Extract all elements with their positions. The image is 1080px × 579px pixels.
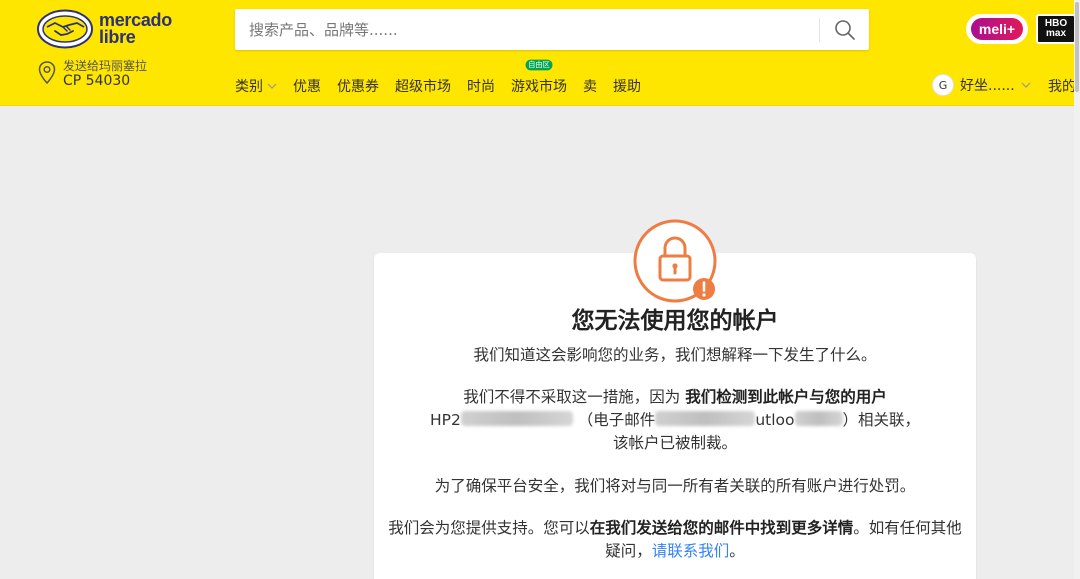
chevron-down-icon (1021, 82, 1031, 88)
reason-part-d: （电子邮件 (577, 411, 656, 429)
nav-item-coupons[interactable]: 优惠券 (337, 76, 379, 96)
explanation-text: 我们知道这会影响您的业务，我们想解释一下发生了什么。 (473, 346, 877, 364)
nav-item-sell[interactable]: 卖 (583, 76, 597, 96)
warning-icon (693, 278, 715, 300)
nav-item-offers[interactable]: 优惠 (293, 76, 321, 96)
account-name: 好坐...... (960, 78, 1015, 94)
main-nav: 类别 优惠 优惠券 超级市场 时尚 自由区 游戏市场 卖 援助 (235, 59, 657, 96)
support-part-b: 在我们发送给您的邮件中找到更多详情 (589, 519, 854, 537)
nav-label: 优惠券 (337, 79, 379, 95)
nav-label: 优惠 (293, 79, 321, 95)
mercado-libre-logo[interactable]: mercado libre (37, 9, 172, 49)
meli-plus-label: meli+ (970, 18, 1024, 40)
nav-label: 援助 (613, 79, 641, 95)
redacted-email-suffix (794, 411, 843, 426)
security-text: 为了确保平台安全，我们将对与同一所有者关联的所有账户进行处罚。 (434, 477, 916, 495)
nav-label: 游戏市场 (511, 79, 567, 95)
avatar: G (932, 74, 954, 96)
nav-label: 时尚 (467, 79, 495, 95)
page-title: 您无法使用您的帐户 (571, 308, 779, 334)
scrollbar-thumb[interactable] (1075, 2, 1079, 92)
search-icon[interactable] (833, 18, 857, 42)
account-menu[interactable]: G 好坐...... (932, 74, 1031, 96)
redacted-email (655, 411, 756, 426)
delivery-address[interactable]: 发送给玛丽塞拉 CP 54030 (37, 59, 147, 89)
location-pin-icon (38, 61, 56, 85)
max-label: max (1045, 28, 1066, 39)
nav-item-supermarket[interactable]: 超级市场 (395, 76, 451, 96)
chevron-down-icon (267, 83, 277, 89)
nav-label: 超级市场 (395, 79, 451, 95)
email-domain-fragment: utloo (755, 411, 795, 429)
nav-label: 卖 (583, 79, 597, 95)
site-header: mercado libre meli+ HBO max 发送给玛丽塞拉 CP 5… (0, 0, 1080, 106)
redacted-user-id (460, 411, 573, 426)
nav-item-game-market[interactable]: 自由区 游戏市场 (511, 59, 567, 96)
logo-line-2: libre (99, 27, 136, 47)
reason-part-a: 我们不得不采取这一措施，因为 (463, 388, 686, 406)
nav-my-account[interactable]: 我的 (1048, 76, 1076, 96)
support-text: 我们会为您提供支持。您可以在我们发送给您的邮件中找到更多详情。如有任何其他疑问，… (384, 517, 966, 563)
user-id-prefix: HP2 (429, 411, 461, 429)
reason-part-b: 我们检测到此帐户与您的用户 (685, 388, 887, 406)
hbo-max-badge[interactable]: HBO max (1036, 14, 1076, 44)
address-recipient: 发送给玛丽塞拉 (63, 59, 148, 73)
meli-plus-badge[interactable]: meli+ (966, 14, 1028, 44)
search-divider (819, 18, 820, 42)
lock-icon (633, 219, 717, 303)
handshake-logo-icon (37, 9, 93, 49)
support-part-a: 我们会为您提供支持。您可以 (388, 519, 590, 537)
promo-badges: meli+ HBO max (966, 14, 1076, 44)
contact-us-link[interactable]: 请联系我们 (652, 542, 730, 560)
reason-part-f: ）相关联， (842, 411, 921, 429)
reason-part-g: 该帐户已被制裁。 (612, 434, 737, 452)
nav-item-help[interactable]: 援助 (613, 76, 641, 96)
support-part-e: 。 (729, 542, 745, 560)
search-bar (235, 9, 869, 50)
nav-label: 类别 (235, 79, 263, 95)
nav-item-fashion[interactable]: 时尚 (467, 76, 495, 96)
nav-item-categories[interactable]: 类别 (235, 76, 277, 96)
search-input[interactable] (249, 9, 819, 50)
nav-new-badge: 自由区 (525, 59, 553, 71)
logo-wordmark: mercado libre (99, 11, 172, 47)
address-postcode: CP 54030 (63, 73, 131, 89)
reason-text: 我们不得不采取这一措施，因为 我们检测到此帐户与您的用户 HP2 （电子邮件 ut… (384, 386, 966, 455)
